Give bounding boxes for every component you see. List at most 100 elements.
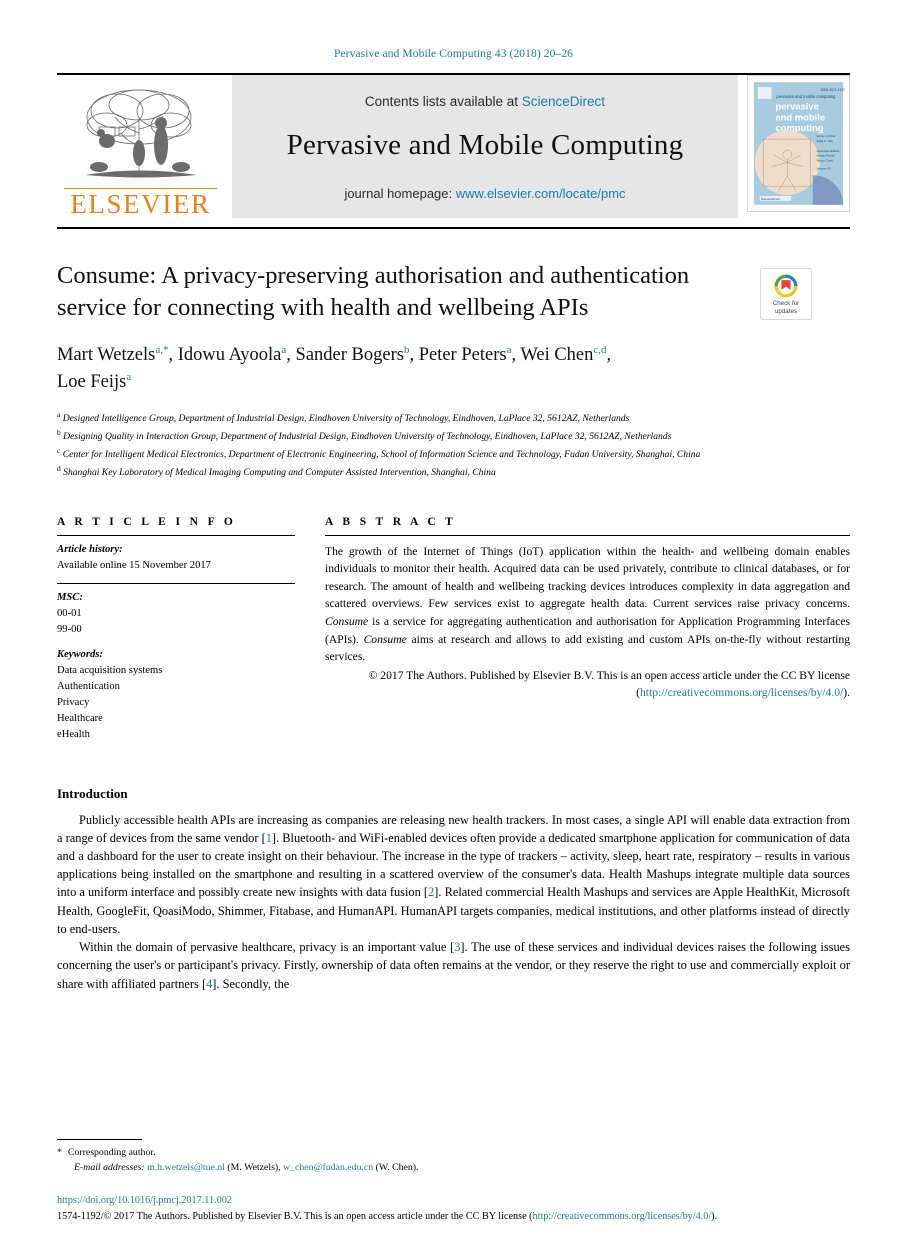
- author-affil-marker: a: [126, 370, 132, 383]
- affiliation-text: Shanghai Key Laboratory of Medical Imagi…: [63, 467, 496, 479]
- svg-text:Associate Editors: Associate Editors: [817, 149, 840, 153]
- body-paragraph-2: Within the domain of pervasive healthcar…: [57, 938, 850, 993]
- affiliation-marker: c: [57, 446, 61, 456]
- doi-footer: https://doi.org/10.1016/j.pmcj.2017.11.0…: [57, 1193, 850, 1224]
- crossmark-icon: [774, 274, 798, 298]
- homepage-line: journal homepage: www.elsevier.com/locat…: [344, 186, 625, 201]
- article-history-label: Article history:: [57, 543, 123, 555]
- email-link[interactable]: m.h.wetzels@tue.nl: [147, 1162, 225, 1173]
- keyword-item: Healthcare: [57, 713, 103, 725]
- affiliation-item: b Designing Quality in Interaction Group…: [57, 427, 757, 445]
- abstract-text: The growth of the Internet of Things (Io…: [325, 536, 850, 702]
- article-info-column: A R T I C L E I N F O Article history: A…: [57, 516, 325, 744]
- elsevier-logo: ELSEVIER: [57, 75, 232, 218]
- doi-link[interactable]: https://doi.org/10.1016/j.pmcj.2017.11.0…: [57, 1193, 850, 1208]
- svg-text:pervasive: pervasive: [775, 101, 818, 112]
- svg-text:ISSN 1574-1192: ISSN 1574-1192: [821, 88, 846, 92]
- issn-tail: ).: [711, 1210, 718, 1222]
- author-list: Mart Wetzelsa,*, Idowu Ayoolaa, Sander B…: [57, 343, 612, 392]
- copyright-tail: ).: [843, 686, 850, 700]
- paragraph-part: Within the domain of pervasive healthcar…: [79, 940, 455, 955]
- affiliation-text: Center for Intelligent Medical Electroni…: [62, 449, 701, 461]
- author-name[interactable]: Peter Peters: [419, 345, 507, 365]
- journal-cover: pervasive and mobile computing ISSN 1574…: [738, 75, 850, 218]
- abstract-emphasis: Consume: [363, 632, 407, 646]
- article-history: Article history: Available online 15 Nov…: [57, 536, 295, 574]
- affiliation-marker: d: [57, 464, 61, 474]
- keyword-item: eHealth: [57, 729, 90, 741]
- affiliation-item: d Shanghai Key Laboratory of Medical Ima…: [57, 463, 757, 481]
- corresponding-marker: *: [57, 1146, 62, 1158]
- author-affil-marker: a: [281, 343, 287, 356]
- footnote-rule: [57, 1138, 142, 1140]
- affiliation-list: a Designed Intelligence Group, Departmen…: [57, 409, 757, 481]
- abstract-copyright: © 2017 The Authors. Published by Elsevie…: [325, 667, 850, 702]
- sciencedirect-link[interactable]: ScienceDirect: [522, 94, 605, 109]
- crossmark-label-line1: Check for: [772, 299, 800, 307]
- email-link[interactable]: w_chen@fudan.edu.cn: [283, 1162, 373, 1173]
- footnote-block: * Corresponding author. E-mail addresses:…: [57, 1138, 850, 1176]
- article-info-heading: A R T I C L E I N F O: [57, 515, 237, 528]
- author-name[interactable]: Wei Chen: [520, 345, 593, 365]
- email-label: E-mail addresses:: [74, 1162, 145, 1174]
- page-title: Consume: A privacy-preserving authorisat…: [57, 262, 690, 321]
- author-affil-marker: a: [506, 343, 512, 356]
- crossmark-badge[interactable]: Check for updates: [760, 268, 812, 320]
- section-heading-introduction: Introduction: [57, 785, 128, 801]
- msc-block: MSC: 00-01 99-00: [57, 584, 295, 638]
- info-abstract-row: A R T I C L E I N F O Article history: A…: [57, 516, 850, 744]
- affiliation-item: a Designed Intelligence Group, Departmen…: [57, 409, 757, 427]
- svg-text:pervasive and mobile computing: pervasive and mobile computing: [776, 94, 836, 99]
- keywords-block: Keywords: Data acquisition systems Authe…: [57, 647, 295, 744]
- contents-prefix: Contents lists available at: [364, 93, 519, 109]
- cc-license-link-footer[interactable]: http://creativecommons.org/licenses/by/4…: [533, 1211, 712, 1222]
- affiliation-text: Designed Intelligence Group, Department …: [62, 413, 630, 425]
- svg-text:and mobile: and mobile: [775, 111, 825, 122]
- email-owner: (M. Wetzels),: [227, 1162, 281, 1174]
- msc-code: 99-00: [57, 623, 82, 635]
- svg-text:Mohan Kumar: Mohan Kumar: [817, 154, 835, 158]
- affiliation-text: Designing Quality in Interaction Group, …: [63, 431, 672, 443]
- author-name[interactable]: Sander Bogers: [296, 345, 404, 365]
- running-head: Pervasive and Mobile Computing 43 (2018)…: [333, 48, 574, 60]
- journal-homepage-link[interactable]: www.elsevier.com/locate/pmc: [456, 186, 626, 201]
- svg-text:Volume 43: Volume 43: [817, 166, 831, 170]
- abstract-emphasis: Consume: [325, 614, 369, 628]
- keyword-item: Data acquisition systems: [57, 665, 163, 677]
- affiliation-marker: a: [57, 410, 61, 420]
- journal-title: Pervasive and Mobile Computing: [286, 128, 684, 161]
- corresponding-text: Corresponding author.: [67, 1146, 156, 1158]
- abstract-part: The growth of the Internet of Things (Io…: [325, 544, 850, 611]
- title-block: Check for updates Consume: A privacy-pre…: [57, 260, 850, 482]
- article-history-value: Available online 15 November 2017: [57, 559, 211, 571]
- msc-label: MSC:: [57, 591, 83, 603]
- contents-line: Contents lists available at ScienceDirec…: [365, 94, 605, 109]
- author-affil-marker: c,d: [593, 343, 607, 356]
- corresponding-author-note: * Corresponding author.: [57, 1145, 850, 1161]
- abstract-column: A B S T R A C T The growth of the Intern…: [325, 516, 850, 744]
- affiliation-marker: b: [57, 428, 61, 438]
- homepage-prefix: journal homepage:: [344, 185, 453, 201]
- svg-text:ScienceDirect: ScienceDirect: [761, 197, 780, 201]
- keywords-label: Keywords:: [57, 648, 103, 660]
- svg-text:Editor-in-Chief: Editor-in-Chief: [817, 134, 836, 138]
- crossmark-label-line2: updates: [774, 307, 797, 315]
- author-name[interactable]: Loe Feijs: [57, 372, 126, 392]
- author-affil-marker: a,*: [155, 343, 169, 356]
- journal-masthead: ELSEVIER Contents lists available at Sci…: [57, 73, 850, 218]
- abstract-heading: A B S T R A C T: [325, 515, 457, 528]
- author-affil-marker: b: [403, 343, 410, 356]
- body-paragraph-1: Publicly accessible health APIs are incr…: [57, 811, 850, 939]
- paragraph-part: ]. Secondly, the: [212, 976, 290, 991]
- author-name[interactable]: Idowu Ayoola: [178, 345, 282, 365]
- article-page: Pervasive and Mobile Computing 43 (2018)…: [0, 0, 907, 1238]
- masthead-bottom-rule: [57, 227, 850, 229]
- elsevier-wordmark: ELSEVIER: [64, 188, 217, 218]
- issn-text: 1574-1192/© 2017 The Authors. Published …: [57, 1210, 533, 1222]
- issn-copyright-line: 1574-1192/© 2017 The Authors. Published …: [57, 1209, 850, 1224]
- author-name[interactable]: Mart Wetzels: [57, 345, 155, 365]
- cc-license-link[interactable]: http://creativecommons.org/licenses/by/4…: [640, 686, 843, 699]
- elsevier-tree-icon: [84, 89, 197, 178]
- svg-text:Marco Conti: Marco Conti: [817, 159, 833, 163]
